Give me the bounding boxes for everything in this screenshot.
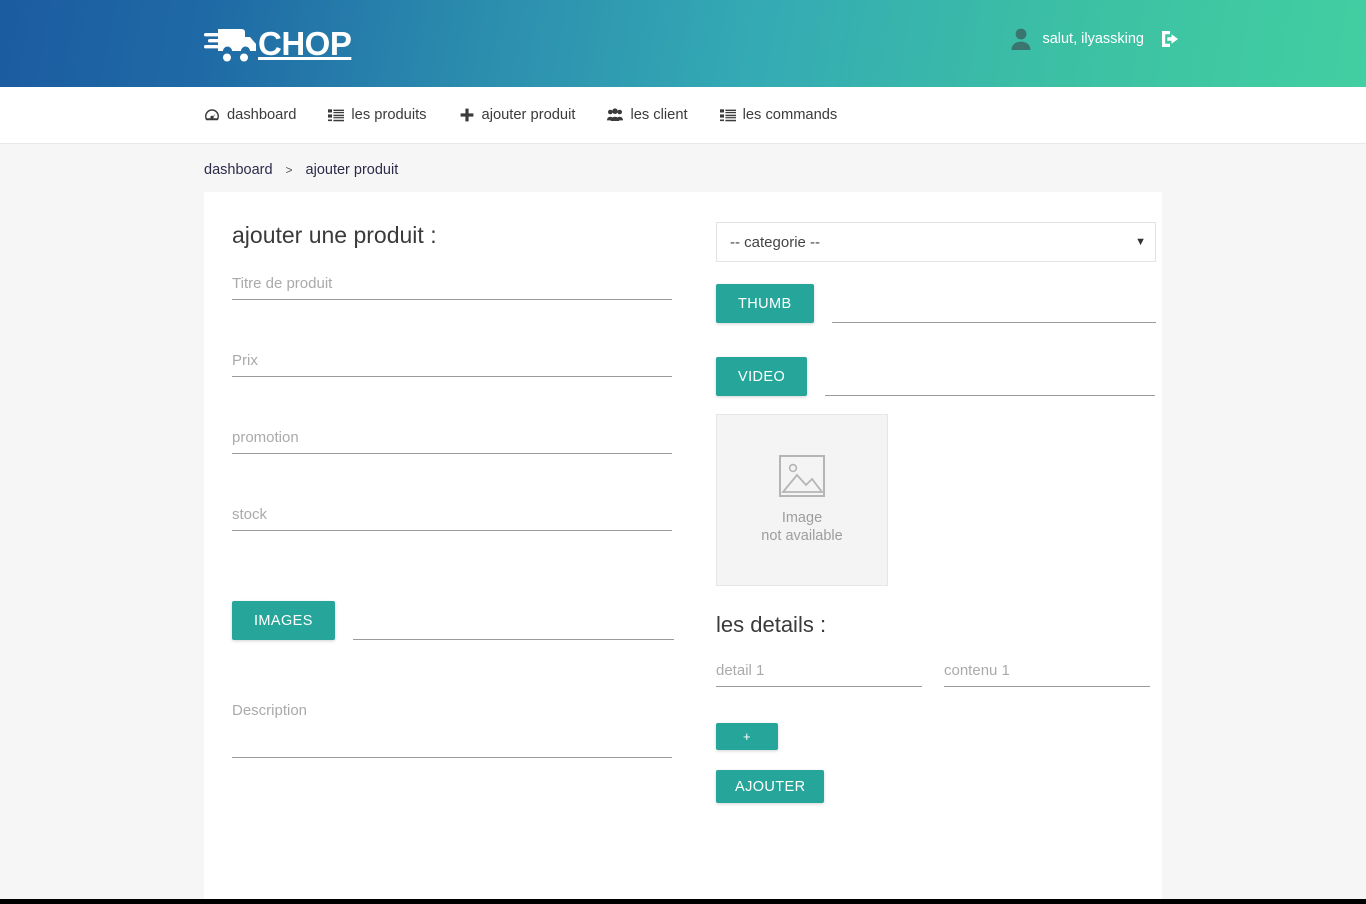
thumb-file-input[interactable] — [831, 301, 1156, 323]
description-textarea[interactable] — [232, 702, 672, 758]
detail-row — [716, 662, 1156, 687]
detail-1-input[interactable] — [716, 662, 922, 687]
thumb-upload-button[interactable]: THUMB — [716, 284, 814, 323]
field-promotion — [232, 429, 674, 454]
field-prix — [232, 352, 674, 377]
breadcrumb-separator: > — [285, 163, 293, 177]
image-placeholder-line2: not available — [761, 528, 843, 544]
sign-out-icon[interactable] — [1154, 29, 1180, 49]
titre-input[interactable] — [232, 275, 672, 300]
list-icon — [328, 107, 345, 123]
form-right-column: -- categorie -- ▼ THUMB VIDEO Image not … — [694, 222, 1156, 803]
list-icon — [719, 107, 736, 123]
nav-item-ajouter-produit[interactable]: ajouter produit — [459, 107, 576, 123]
user-avatar-icon — [1010, 27, 1032, 51]
video-upload-button[interactable]: VIDEO — [716, 357, 808, 396]
brand-logo-link[interactable]: CHOP — [204, 24, 352, 64]
breadcrumb-dashboard[interactable]: dashboard — [204, 162, 273, 178]
nav-label: les client — [630, 107, 688, 123]
categorie-select[interactable]: -- categorie -- — [716, 222, 1156, 262]
promotion-input[interactable] — [232, 429, 672, 454]
video-file-input[interactable] — [825, 374, 1156, 396]
image-placeholder-text: Image not available — [761, 509, 842, 545]
page-footer-strip — [0, 899, 1366, 904]
prix-input[interactable] — [232, 352, 672, 377]
field-stock — [232, 506, 674, 531]
app-header: CHOP salut, ilyassking — [0, 0, 1366, 87]
details-title: les details : — [716, 612, 827, 637]
submit-ajouter-button[interactable]: AJOUTER — [716, 770, 825, 803]
plus-icon — [459, 107, 475, 123]
users-icon — [607, 107, 624, 123]
field-video: VIDEO — [716, 357, 1156, 396]
nav-item-dashboard[interactable]: dashboard — [204, 107, 296, 123]
field-images: IMAGES — [232, 601, 674, 640]
tachometer-icon — [204, 107, 220, 123]
breadcrumb-current: ajouter produit — [305, 162, 399, 178]
nav-label: ajouter produit — [481, 107, 576, 123]
stock-input[interactable] — [232, 506, 672, 531]
images-file-input[interactable] — [352, 618, 674, 640]
detail-actions: + AJOUTER — [716, 723, 1156, 803]
page-body: dashboard > ajouter produit ajouter une … — [0, 144, 1366, 904]
nav-label: les produits — [351, 107, 427, 123]
thumb-preview-placeholder: Image not available — [716, 414, 888, 586]
brand-title: CHOP — [258, 25, 352, 62]
main-navigation: dashboard les produits ajouter produit l… — [0, 87, 1366, 144]
field-thumb: THUMB — [716, 284, 1156, 323]
field-description — [232, 702, 674, 763]
add-product-card: ajouter une produit : IMAGES — [204, 192, 1162, 904]
nav-label: les commands — [742, 107, 838, 123]
broken-image-icon — [779, 454, 825, 497]
categorie-selected-value: -- categorie -- — [730, 233, 821, 251]
images-upload-button[interactable]: IMAGES — [232, 601, 335, 640]
user-greeting: salut, ilyassking — [1042, 31, 1144, 47]
nav-label: dashboard — [227, 107, 297, 123]
delivery-cart-icon — [204, 24, 258, 64]
categorie-select-wrapper: -- categorie -- ▼ — [716, 222, 1156, 262]
add-detail-button[interactable]: + — [716, 723, 778, 750]
nav-item-les-client[interactable]: les client — [607, 107, 688, 123]
contenu-1-input[interactable] — [944, 662, 1150, 687]
field-titre — [232, 275, 674, 300]
image-placeholder-line1: Image — [781, 509, 823, 526]
breadcrumb: dashboard > ajouter produit — [0, 144, 1366, 178]
user-menu[interactable]: salut, ilyassking — [1010, 27, 1180, 51]
form-left-column: ajouter une produit : IMAGES — [232, 222, 694, 803]
nav-item-les-commands[interactable]: les commands — [719, 107, 838, 123]
nav-item-les-produits[interactable]: les produits — [328, 107, 427, 123]
page-title: ajouter une produit : — [232, 222, 437, 248]
